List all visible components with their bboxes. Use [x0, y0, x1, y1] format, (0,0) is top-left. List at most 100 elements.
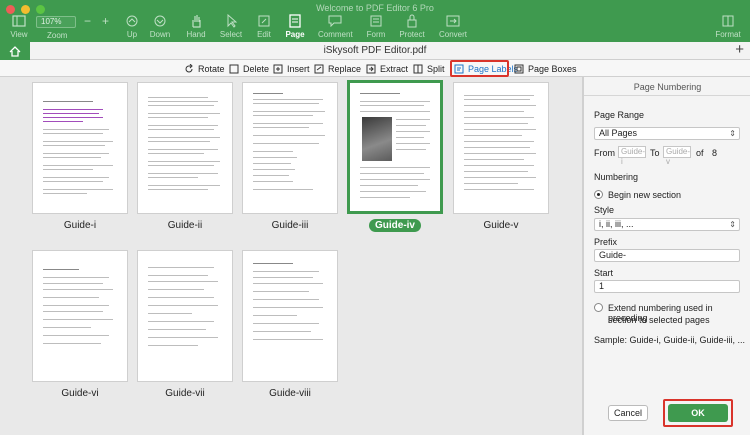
page-preview — [137, 250, 233, 382]
form-icon — [368, 14, 384, 28]
page-labels-highlight — [450, 60, 509, 77]
rotate-label: Rotate — [198, 63, 225, 74]
comment-icon — [327, 14, 343, 28]
style-select[interactable]: i, ii, iii, ... ⇕ — [594, 218, 740, 231]
page-preview — [242, 82, 338, 214]
replace-label: Replace — [328, 63, 362, 74]
toolbar-convert[interactable]: Convert — [438, 14, 468, 39]
thumbnail-page-8[interactable]: Guide-viii — [242, 250, 338, 399]
total-pages: 8 — [712, 148, 718, 158]
thumbnail-label: Guide-ii — [167, 220, 203, 231]
page-range-label: Page Range — [594, 110, 645, 120]
delete-button[interactable]: Delete — [229, 62, 269, 75]
page-icon — [287, 14, 303, 28]
thumbnail-page-2[interactable]: Guide-ii — [137, 82, 233, 231]
thumbnail-page-7[interactable]: Guide-vii — [137, 250, 233, 399]
toolbar-protect[interactable]: Protect — [398, 14, 426, 39]
begin-new-section-label: Begin new section — [608, 190, 682, 200]
extract-label: Extract — [380, 63, 409, 74]
prefix-input[interactable]: Guide- — [594, 249, 740, 262]
toolbar-down-label: Down — [149, 30, 171, 39]
page-preview — [137, 82, 233, 214]
toolbar-format[interactable]: Format — [714, 14, 742, 39]
insert-page-icon — [273, 64, 283, 73]
window-title: Welcome to PDF Editor 6 Pro — [316, 3, 434, 13]
toolbar-hand[interactable]: Hand — [184, 14, 208, 39]
replace-button[interactable]: Replace — [314, 62, 361, 75]
toolbar-edit-label: Edit — [257, 30, 271, 39]
page-range-select[interactable]: All Pages ⇕ — [594, 127, 740, 140]
chevron-updown-icon: ⇕ — [729, 220, 736, 229]
zoom-out-button[interactable]: − — [84, 14, 91, 28]
style-label: Style — [594, 205, 615, 215]
thumbnail-label: Guide-i — [63, 220, 97, 231]
toolbar-page[interactable]: Page — [284, 14, 306, 39]
start-input[interactable]: 1 — [594, 280, 740, 293]
toolbar-form[interactable]: Form — [366, 14, 386, 39]
zoom-in-button[interactable]: + — [102, 14, 109, 28]
page-preview — [32, 250, 128, 382]
format-icon — [720, 14, 736, 28]
toolbar-edit[interactable]: Edit — [254, 14, 274, 39]
toolbar-select[interactable]: Select — [218, 14, 244, 39]
extend-numbering-label-line2: section to selected pages — [608, 315, 710, 325]
thumbnail-page-5[interactable]: Guide-v — [453, 82, 549, 231]
split-label: Split — [427, 63, 445, 74]
toolbar-comment[interactable]: Comment — [318, 14, 353, 39]
page-numbering-panel: Page Numbering Page Range All Pages ⇕ Fr… — [583, 77, 750, 435]
page-range-value: All Pages — [599, 128, 638, 138]
cancel-button[interactable]: Cancel — [608, 405, 648, 421]
toolbar-hand-label: Hand — [186, 30, 206, 39]
document-tab-bar: iSkysoft PDF Editor.pdf + — [0, 41, 750, 60]
delete-label: Delete — [243, 63, 270, 74]
prefix-label: Prefix — [594, 237, 618, 247]
style-value: i, ii, iii, ... — [599, 219, 634, 229]
thumbnail-page-6[interactable]: Guide-vi — [32, 250, 128, 399]
start-label: Start — [594, 268, 614, 278]
page-preview — [32, 82, 128, 214]
rotate-icon — [185, 63, 193, 72]
view-icon — [11, 14, 27, 28]
to-label: To — [650, 148, 660, 158]
new-tab-button[interactable]: + — [735, 41, 744, 58]
thumbnail-page-3[interactable]: Guide-iii — [242, 82, 338, 231]
thumbnail-label: Guide-v — [483, 220, 519, 231]
panel-title: Page Numbering — [633, 82, 702, 92]
page-boxes-icon — [514, 64, 524, 73]
toolbar-comment-label: Comment — [318, 30, 353, 39]
down-icon — [152, 14, 168, 28]
zoom-input[interactable]: 107% — [36, 16, 76, 28]
extract-button[interactable]: Extract — [366, 62, 408, 75]
insert-button[interactable]: Insert — [273, 62, 310, 75]
page-preview — [453, 82, 549, 214]
edit-icon — [256, 14, 272, 28]
thumbnail-page-4[interactable]: Guide-iv — [347, 80, 443, 232]
ok-highlight — [663, 399, 733, 427]
thumbnail-page-1[interactable]: Guide-i — [32, 82, 128, 231]
sample-text: Sample: Guide-i, Guide-ii, Guide-iii, ..… — [594, 335, 746, 345]
numbering-label: Numbering — [594, 172, 639, 182]
extend-numbering-radio[interactable] — [594, 303, 603, 312]
toolbar-up[interactable]: Up — [122, 14, 142, 39]
from-input[interactable]: Guide-i — [618, 146, 646, 166]
toolbar-convert-label: Convert — [438, 30, 467, 39]
toolbar-protect-label: Protect — [399, 30, 425, 39]
begin-new-section-radio[interactable] — [594, 190, 603, 199]
to-input[interactable]: Guide-v — [663, 146, 691, 166]
delete-page-icon — [229, 64, 239, 73]
thumbnail-label: Guide-viii — [269, 388, 311, 399]
thumbnail-label: Guide-vii — [165, 388, 205, 399]
lock-icon — [404, 14, 420, 28]
toolbar-view[interactable]: View — [8, 14, 30, 39]
document-tab-title[interactable]: iSkysoft PDF Editor.pdf — [0, 45, 750, 56]
toolbar-down[interactable]: Down — [148, 14, 172, 39]
page-preview — [242, 250, 338, 382]
from-label: From — [594, 148, 615, 158]
up-icon — [124, 14, 140, 28]
rotate-button[interactable]: Rotate — [184, 62, 225, 75]
toolbar-view-label: View — [10, 30, 28, 39]
split-button[interactable]: Split — [413, 62, 445, 75]
toolbar-format-label: Format — [715, 30, 741, 39]
page-boxes-button[interactable]: Page Boxes — [514, 62, 577, 75]
page-image — [362, 117, 392, 161]
